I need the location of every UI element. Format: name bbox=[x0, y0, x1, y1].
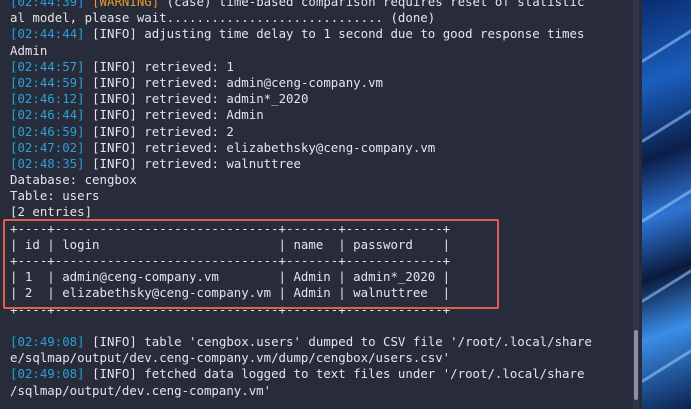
output-line: Table: users bbox=[10, 188, 100, 204]
message: retrieved: 2 bbox=[136, 123, 234, 139]
info-tag: [INFO] bbox=[92, 139, 137, 155]
highlight-box bbox=[3, 219, 499, 309]
output-line: [02:47:02] [INFO] retrieved: elizabethsk… bbox=[10, 140, 635, 156]
output-line: [02:46:44] [INFO] retrieved: Admin bbox=[10, 107, 635, 123]
scrollbar-thumb[interactable] bbox=[634, 330, 638, 400]
info-tag: [INFO] bbox=[92, 366, 137, 382]
timestamp: [02:44:44] bbox=[10, 26, 85, 42]
output-line: [02:44:57] [INFO] retrieved: 1 bbox=[10, 59, 635, 75]
timestamp: [02:49:08] bbox=[10, 366, 85, 382]
info-tag: [INFO] bbox=[92, 333, 137, 349]
timestamp: [02:49:08] bbox=[10, 333, 85, 349]
output-line: /sqlmap/output/dev.ceng-company.vm' bbox=[10, 382, 272, 398]
message: table 'cengbox.users' dumped to CSV file… bbox=[136, 333, 592, 349]
message: retrieved: admin@ceng-company.vm bbox=[136, 74, 384, 90]
timestamp: [02:47:02] bbox=[10, 139, 85, 155]
terminal-window[interactable]: [02:44:39] [WARNING] (case) time-based c… bbox=[0, 0, 642, 409]
output-line: [02:49:08] [INFO] table 'cengbox.users' … bbox=[10, 334, 635, 350]
output-line: [02:46:59] [INFO] retrieved: 2 bbox=[10, 124, 635, 140]
message: retrieved: Admin bbox=[136, 107, 264, 123]
output-line: Database: cengbox bbox=[10, 172, 137, 188]
message: adjusting time delay to 1 second due to … bbox=[136, 26, 585, 42]
timestamp: [02:44:39] bbox=[10, 0, 85, 9]
message: retrieved: 1 bbox=[136, 58, 234, 74]
info-tag: [INFO] bbox=[92, 123, 137, 139]
message: retrieved: admin*_2020 bbox=[136, 91, 309, 107]
timestamp: [02:44:59] bbox=[10, 74, 85, 90]
message: retrieved: walnuttree bbox=[136, 155, 301, 171]
output-line: [02:44:44] [INFO] adjusting time delay t… bbox=[10, 26, 635, 42]
timestamp: [02:46:12] bbox=[10, 91, 85, 107]
message: (case) time-based comparison requires re… bbox=[159, 0, 585, 9]
output-line: Admin bbox=[10, 42, 48, 58]
timestamp: [02:48:35] bbox=[10, 155, 85, 171]
info-tag: [INFO] bbox=[92, 91, 137, 107]
message: fetched data logged to text files under … bbox=[136, 366, 585, 382]
timestamp: [02:46:44] bbox=[10, 107, 85, 123]
output-line: [02:46:12] [INFO] retrieved: admin*_2020 bbox=[10, 91, 635, 107]
info-tag: [INFO] bbox=[92, 155, 137, 171]
timestamp: [02:44:57] bbox=[10, 58, 85, 74]
output-line: [02:44:59] [INFO] retrieved: admin@ceng-… bbox=[10, 75, 635, 91]
timestamp: [02:46:59] bbox=[10, 123, 85, 139]
warning-tag: [WARNING] bbox=[92, 0, 160, 9]
desktop-wallpaper bbox=[642, 0, 691, 409]
info-tag: [INFO] bbox=[92, 58, 137, 74]
output-line: [02:44:39] [WARNING] (case) time-based c… bbox=[10, 0, 635, 10]
output-line: al model, please wait...................… bbox=[10, 10, 436, 26]
output-line: [02:48:35] [INFO] retrieved: walnuttree bbox=[10, 156, 635, 172]
info-tag: [INFO] bbox=[92, 74, 137, 90]
message: retrieved: elizabethsky@ceng-company.vm bbox=[136, 139, 436, 155]
info-tag: [INFO] bbox=[92, 26, 137, 42]
output-line: e/sqlmap/output/dev.ceng-company.vm/dump… bbox=[10, 350, 451, 366]
terminal-output: [02:44:39] [WARNING] (case) time-based c… bbox=[10, 0, 635, 399]
output-line: [02:49:08] [INFO] fetched data logged to… bbox=[10, 366, 635, 382]
info-tag: [INFO] bbox=[92, 107, 137, 123]
